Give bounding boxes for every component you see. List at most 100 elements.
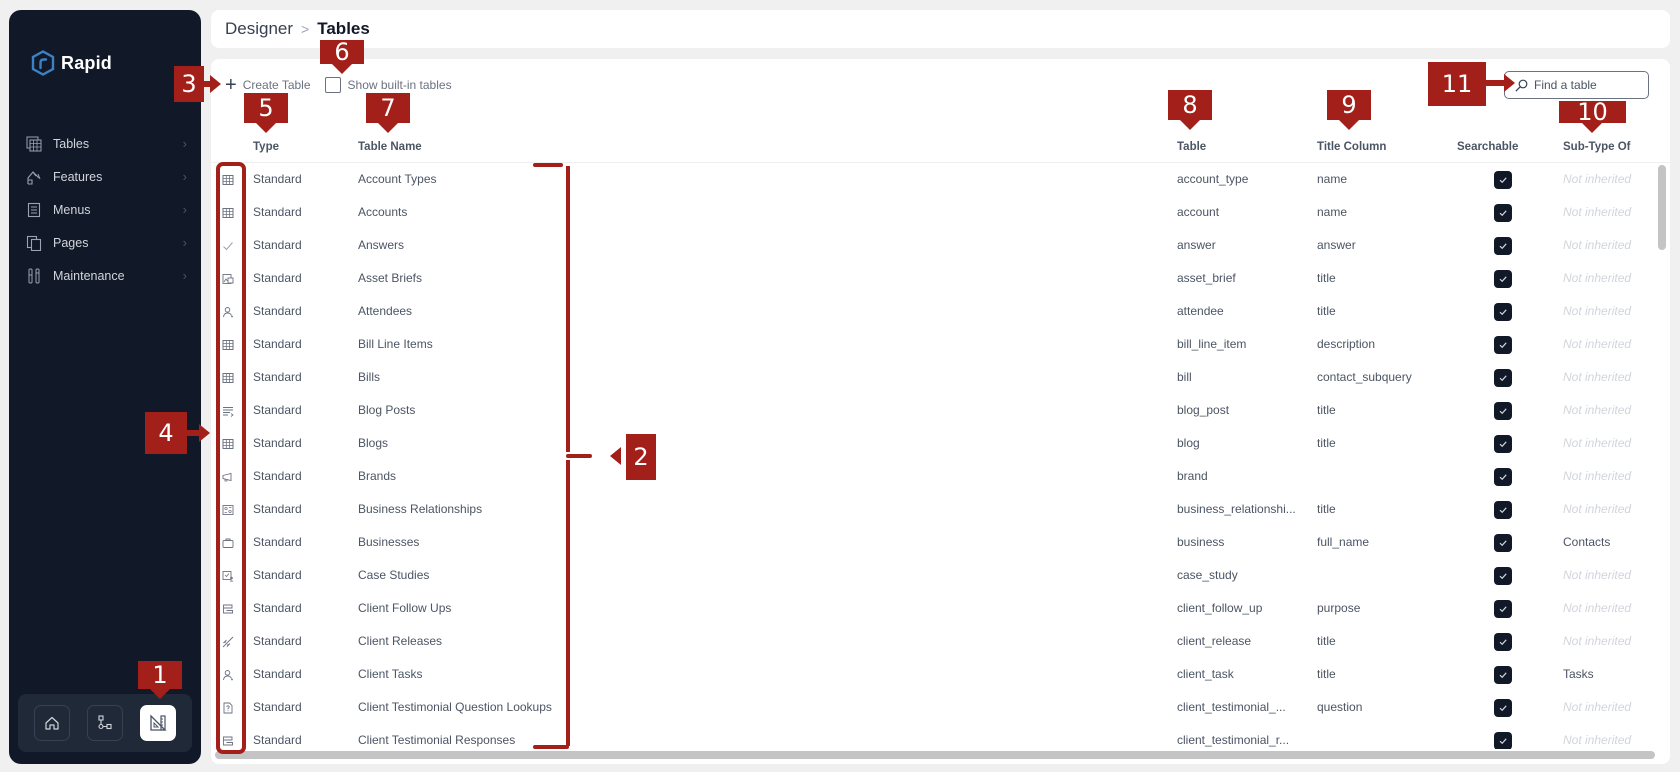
sidebar-item-features[interactable]: Features › bbox=[9, 160, 201, 193]
table-row[interactable]: Standard Blogs blog title Not inherited bbox=[211, 428, 1651, 461]
table-row[interactable]: Standard Client Testimonial Responses clie… bbox=[211, 725, 1651, 749]
table-row[interactable]: Standard Blog Posts blog_post title Not inhe… bbox=[211, 395, 1651, 428]
table-name-cell[interactable]: Client Releases bbox=[358, 634, 442, 648]
searchable-checkbox[interactable] bbox=[1494, 369, 1512, 387]
column-header-title-column[interactable]: Title Column bbox=[1317, 141, 1386, 153]
searchable-checkbox[interactable] bbox=[1494, 501, 1512, 519]
table-name-cell[interactable]: Attendees bbox=[358, 304, 412, 318]
searchable-checkbox[interactable] bbox=[1494, 567, 1512, 585]
table-row[interactable]: Standard Businesses business full_name Conta… bbox=[211, 527, 1651, 560]
table-name-cell[interactable]: Asset Briefs bbox=[358, 271, 422, 285]
table-row[interactable]: Standard Bills bill contact_subquery Not inh… bbox=[211, 362, 1651, 395]
title-column-cell: title bbox=[1317, 502, 1336, 516]
table-row[interactable]: Standard Brands brand Not inherited bbox=[211, 461, 1651, 494]
table-row[interactable]: Standard Asset Briefs asset_brief title Not … bbox=[211, 263, 1651, 296]
searchable-checkbox[interactable] bbox=[1494, 534, 1512, 552]
show-builtin-toggle[interactable]: Show built-in tables bbox=[324, 77, 452, 93]
table-name-cell[interactable]: Client Follow Ups bbox=[358, 601, 451, 615]
table-name-cell[interactable]: Brands bbox=[358, 469, 396, 483]
searchable-checkbox[interactable] bbox=[1494, 171, 1512, 189]
checkmark-icon bbox=[1499, 639, 1507, 646]
horizontal-scrollbar-thumb[interactable] bbox=[215, 751, 1655, 759]
searchable-checkbox[interactable] bbox=[1494, 633, 1512, 651]
type-cell: Standard bbox=[253, 733, 302, 747]
title-column-cell: answer bbox=[1317, 238, 1356, 252]
vertical-scrollbar-thumb[interactable] bbox=[1658, 165, 1666, 250]
searchable-checkbox[interactable] bbox=[1494, 699, 1512, 717]
searchable-checkbox[interactable] bbox=[1494, 468, 1512, 486]
type-cell: Standard bbox=[253, 700, 302, 714]
table-cell: account_type bbox=[1177, 172, 1249, 186]
table-row[interactable]: Standard Attendees attendee title Not inheri… bbox=[211, 296, 1651, 329]
searchable-checkbox[interactable] bbox=[1494, 336, 1512, 354]
sidebar-item-pages[interactable]: Pages › bbox=[9, 226, 201, 259]
searchable-checkbox[interactable] bbox=[1494, 237, 1512, 255]
column-header-searchable[interactable]: Searchable bbox=[1457, 141, 1518, 153]
searchable-checkbox[interactable] bbox=[1494, 270, 1512, 288]
checkmark-icon bbox=[1499, 738, 1507, 745]
searchable-checkbox[interactable] bbox=[1494, 204, 1512, 222]
table-name-cell[interactable]: Blogs bbox=[358, 436, 388, 450]
logo[interactable]: Rapid bbox=[31, 50, 112, 76]
column-header-table[interactable]: Table bbox=[1177, 141, 1206, 153]
column-header-type[interactable]: Type bbox=[253, 141, 279, 153]
annotation-1: 1 bbox=[138, 661, 182, 689]
home-button[interactable] bbox=[34, 705, 71, 741]
sidebar-item-menus[interactable]: Menus › bbox=[9, 193, 201, 226]
table-name-cell[interactable]: Client Tasks bbox=[358, 667, 422, 681]
searchable-checkbox[interactable] bbox=[1494, 666, 1512, 684]
searchable-checkbox[interactable] bbox=[1494, 402, 1512, 420]
table-row[interactable]: Standard Accounts account name Not inherited bbox=[211, 197, 1651, 230]
table-name-cell[interactable]: Bill Line Items bbox=[358, 337, 433, 351]
table-row[interactable]: Standard Client Testimonial Question Look… bbox=[211, 692, 1651, 725]
annotation-box bbox=[216, 162, 246, 754]
chevron-right-icon: › bbox=[182, 136, 187, 151]
workflow-button[interactable] bbox=[86, 705, 123, 741]
table-cell: blog bbox=[1177, 436, 1200, 450]
table-name-cell[interactable]: Blog Posts bbox=[358, 403, 415, 417]
table-name-cell[interactable]: Case Studies bbox=[358, 568, 429, 582]
title-column-cell: full_name bbox=[1317, 535, 1370, 549]
search-box[interactable] bbox=[1504, 71, 1649, 99]
type-cell: Standard bbox=[253, 436, 302, 450]
table-name-cell[interactable]: Bills bbox=[358, 370, 380, 384]
table-name-cell[interactable]: Accounts bbox=[358, 205, 407, 219]
sidebar-item-tables[interactable]: Tables › bbox=[9, 127, 201, 160]
table-row[interactable]: Standard Client Releases client_release tit… bbox=[211, 626, 1651, 659]
table-name-cell[interactable]: Business Relationships bbox=[358, 502, 482, 516]
searchable-checkbox[interactable] bbox=[1494, 600, 1512, 618]
searchable-checkbox[interactable] bbox=[1494, 303, 1512, 321]
show-builtin-checkbox[interactable] bbox=[324, 77, 341, 93]
table-cell: answer bbox=[1177, 238, 1216, 252]
searchable-checkbox[interactable] bbox=[1494, 732, 1512, 749]
table-row[interactable]: Standard Client Follow Ups client_follow_u… bbox=[211, 593, 1651, 626]
table-name-cell[interactable]: Answers bbox=[358, 238, 404, 252]
create-table-button[interactable]: + Create Table bbox=[225, 75, 311, 95]
horizontal-scrollbar[interactable] bbox=[215, 751, 1655, 760]
annotation-bracket bbox=[566, 460, 570, 746]
vertical-scrollbar[interactable] bbox=[1658, 165, 1666, 750]
breadcrumb-designer[interactable]: Designer bbox=[225, 19, 293, 39]
table-row[interactable]: Standard Client Tasks client_task title Task… bbox=[211, 659, 1651, 692]
table-row[interactable]: Standard Answers answer answer Not inherited bbox=[211, 230, 1651, 263]
table-name-cell[interactable]: Businesses bbox=[358, 535, 419, 549]
table-name-cell[interactable]: Account Types bbox=[358, 172, 437, 186]
app-window: Rapid Tables › Features › Menus › Pages … bbox=[0, 0, 1680, 772]
column-header-table-name[interactable]: Table Name bbox=[358, 141, 422, 153]
type-cell: Standard bbox=[253, 667, 302, 681]
search-input[interactable] bbox=[1534, 78, 1644, 92]
subtype-of-cell: Not inherited bbox=[1563, 469, 1632, 483]
table-name-cell[interactable]: Client Testimonial Responses bbox=[358, 733, 515, 747]
searchable-checkbox[interactable] bbox=[1494, 435, 1512, 453]
column-header-subtype-of[interactable]: Sub-Type Of bbox=[1563, 141, 1631, 153]
sidebar-item-maintenance[interactable]: Maintenance › bbox=[9, 259, 201, 292]
table-row[interactable]: Standard Business Relationships business_r… bbox=[211, 494, 1651, 527]
table-name-cell[interactable]: Client Testimonial Question Lookups bbox=[358, 700, 552, 714]
designer-button[interactable] bbox=[139, 705, 176, 741]
table-row[interactable]: Standard Account Types account_type name Not… bbox=[211, 164, 1651, 197]
table-row[interactable]: Standard Case Studies case_study Not inheri… bbox=[211, 560, 1651, 593]
table-row[interactable]: Standard Bill Line Items bill_line_item des… bbox=[211, 329, 1651, 362]
app-switcher-dock bbox=[18, 694, 192, 752]
menu-icon bbox=[25, 201, 43, 219]
subtype-of-cell: Not inherited bbox=[1563, 403, 1632, 417]
